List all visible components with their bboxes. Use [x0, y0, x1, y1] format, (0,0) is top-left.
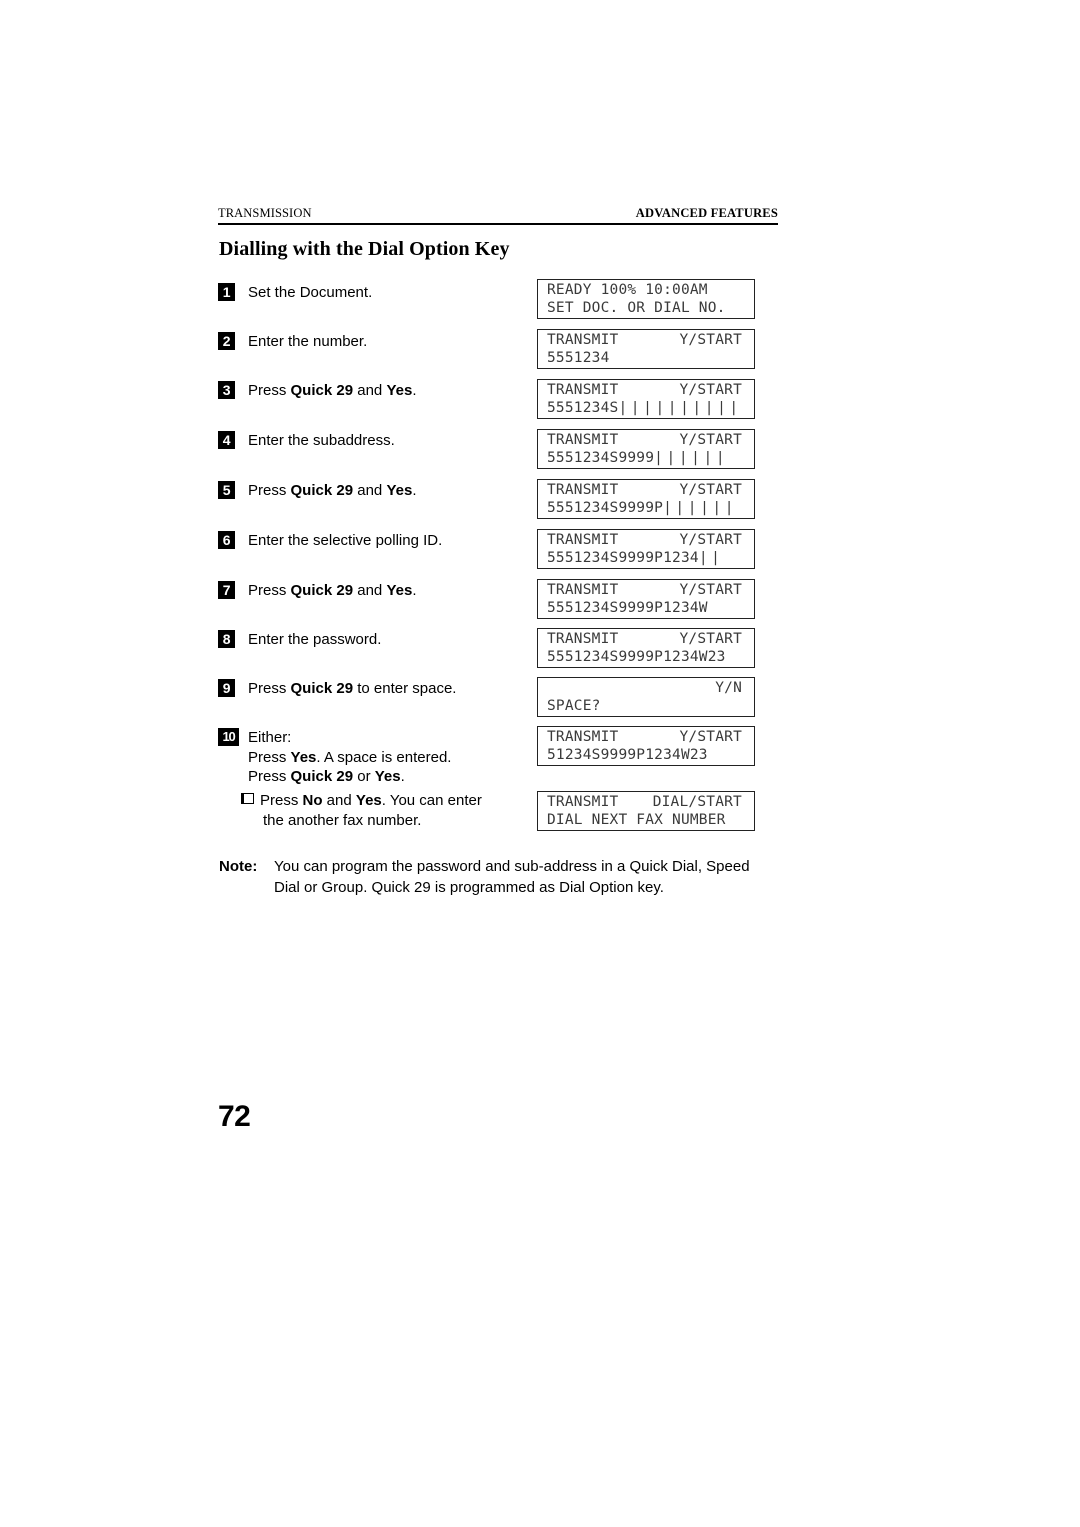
lcd-line-2: 5551234S9999|||||| [547, 449, 754, 467]
alternative-option-item: Press No and Yes. You can enter the anot… [241, 791, 541, 830]
lcd-mode-label: TRANSMIT [547, 729, 619, 745]
lcd-display-alternative-option: TRANSMIT DIAL/START DIAL NEXT FAX NUMBER [537, 791, 755, 831]
note-line-1: You can program the password and sub-add… [274, 858, 750, 875]
lcd-line-2: 5551234S9999P|||||| [547, 499, 754, 517]
lcd-mode-label: TRANSMIT [547, 532, 619, 548]
lcd-display-step-5: TRANSMIT Y/START 5551234S9999P|||||| [537, 479, 755, 519]
lcd-entered-value: 5551234S9999P [547, 500, 664, 516]
alternative-option-line-1: Press No and Yes. You can enter [260, 792, 482, 809]
alternative-option-line-2: the another fax number. [263, 811, 422, 829]
lcd-key-hint: Y/START [679, 482, 742, 498]
lcd-display-step-7: TRANSMIT Y/START 5551234S9999P1234W [537, 579, 755, 619]
lcd-line-1: TRANSMIT Y/START [547, 381, 754, 399]
lcd-display-step-3: TRANSMIT Y/START 5551234S|||||||||| [537, 379, 755, 419]
lcd-line-2: SPACE? [547, 698, 601, 714]
step-number-badge: 4 [218, 431, 235, 449]
note-label: Note: [219, 858, 258, 875]
page-number: 72 [218, 1100, 251, 1133]
step-instruction-text: Enter the subaddress. [248, 432, 395, 449]
lcd-display-step-8: TRANSMIT Y/START 5551234S9999P1234W23 [537, 628, 755, 668]
lcd-line-1: TRANSMIT Y/START [547, 331, 754, 349]
lcd-line-2: 5551234S9999P1234W23 [547, 649, 726, 665]
lcd-key-hint: Y/START [679, 532, 742, 548]
step-number-badge: 6 [218, 531, 235, 549]
lcd-line-2: SET DOC. OR DIAL NO. [547, 300, 726, 316]
step-number-badge: 1 [218, 283, 235, 301]
lcd-line-1: TRANSMIT DIAL/START [547, 793, 754, 811]
lcd-line-1: READY 100% 10:00AM [547, 282, 708, 298]
lcd-line-1: TRANSMIT Y/START [547, 531, 754, 549]
lcd-line-1: Y/N [715, 680, 742, 696]
step-instruction-text: Enter the selective polling ID. [248, 532, 443, 549]
lcd-line-1: TRANSMIT Y/START [547, 581, 754, 599]
lcd-line-1: TRANSMIT Y/START [547, 481, 754, 499]
lcd-display-step-4: TRANSMIT Y/START 5551234S9999|||||| [537, 429, 755, 469]
lcd-cursor-placeholders: |||||| [663, 500, 738, 516]
lcd-key-hint: Y/START [679, 332, 742, 348]
note-body: You can program the password and sub-add… [274, 856, 779, 898]
lcd-entered-value: 5551234S [547, 400, 619, 416]
lcd-entered-value: 5551234S9999 [547, 450, 655, 466]
lcd-display-step-1: READY 100% 10:00AM SET DOC. OR DIAL NO. [537, 279, 755, 319]
note-block: Note: You can program the password and s… [219, 856, 779, 898]
lcd-mode-label: TRANSMIT [547, 631, 619, 647]
lcd-mode-label: TRANSMIT [547, 382, 619, 398]
lcd-mode-label: TRANSMIT [547, 432, 619, 448]
step-instruction-text: Press Quick 29 and Yes. [248, 582, 417, 599]
lcd-key-hint: Y/START [679, 631, 742, 647]
lcd-key-hint: Y/START [679, 582, 742, 598]
step-number-badge: 9 [218, 679, 235, 697]
lcd-cursor-placeholders: |||||| [654, 450, 729, 466]
step-number-badge: 8 [218, 630, 235, 648]
running-header: TRANSMISSION ADVANCED FEATURES [218, 206, 778, 221]
lcd-display-step-9: Y/N SPACE? [537, 677, 755, 717]
lcd-key-hint: DIAL/START [652, 794, 742, 810]
lcd-display-step-2: TRANSMIT Y/START 5551234 [537, 329, 755, 369]
lcd-mode-label: TRANSMIT [547, 332, 619, 348]
step-instruction-text: Set the Document. [248, 284, 373, 301]
lcd-line-2: 51234S9999P1234W23 [547, 747, 708, 763]
lcd-line-2: 5551234S9999P1234W [547, 600, 708, 616]
header-chapter-label: ADVANCED FEATURES [635, 206, 778, 220]
step-instruction-text: Press Quick 29 and Yes. [248, 382, 417, 399]
lcd-line-1: TRANSMIT Y/START [547, 728, 754, 746]
lcd-line-2: DIAL NEXT FAX NUMBER [547, 812, 726, 828]
step-number-badge: 10 [218, 728, 239, 746]
lcd-mode-label: TRANSMIT [547, 794, 619, 810]
lcd-mode-label: TRANSMIT [547, 582, 619, 598]
alternative-option-text: Press No and Yes. You can enter the anot… [260, 791, 541, 830]
step-instruction-text: Either: Press Yes. A space is entered. Pre… [248, 729, 452, 785]
note-line-2: Dial or Group. Quick 29 is programmed as… [274, 879, 664, 896]
lcd-key-hint: Y/START [679, 382, 742, 398]
lcd-line-1: TRANSMIT Y/START [547, 630, 754, 648]
step-instruction-text: Enter the number. [248, 333, 368, 350]
lcd-display-step-6: TRANSMIT Y/START 5551234S9999P1234|| [537, 529, 755, 569]
page-title: Dialling with the Dial Option Key [219, 238, 510, 260]
step-number-badge: 3 [218, 381, 235, 399]
lcd-line-2: 5551234 [547, 350, 610, 366]
lcd-cursor-placeholders: |||||||||| [618, 400, 742, 416]
step-instruction-text: Press Quick 29 to enter space. [248, 680, 457, 697]
lcd-line-2: 5551234S9999P1234|| [547, 549, 754, 567]
step-number-badge: 7 [218, 581, 235, 599]
manual-page: TRANSMISSION ADVANCED FEATURES Dialling … [0, 0, 1080, 1527]
lcd-line-1: TRANSMIT Y/START [547, 431, 754, 449]
header-section-label: TRANSMISSION [218, 206, 312, 220]
lcd-line-2: 5551234S|||||||||| [547, 399, 754, 417]
step-instruction-text: Enter the password. [248, 631, 382, 648]
header-divider [218, 223, 778, 225]
lcd-cursor-placeholders: || [698, 550, 724, 566]
hollow-square-bullet-icon [241, 793, 254, 804]
lcd-key-hint: Y/START [679, 729, 742, 745]
lcd-mode-label: TRANSMIT [547, 482, 619, 498]
lcd-key-hint: Y/START [679, 432, 742, 448]
step-number-badge: 2 [218, 332, 235, 350]
step-number-badge: 5 [218, 481, 235, 499]
step-instruction-text: Press Quick 29 and Yes. [248, 482, 417, 499]
lcd-entered-value: 5551234S9999P1234 [547, 550, 699, 566]
lcd-display-step-10: TRANSMIT Y/START 51234S9999P1234W23 [537, 726, 755, 766]
